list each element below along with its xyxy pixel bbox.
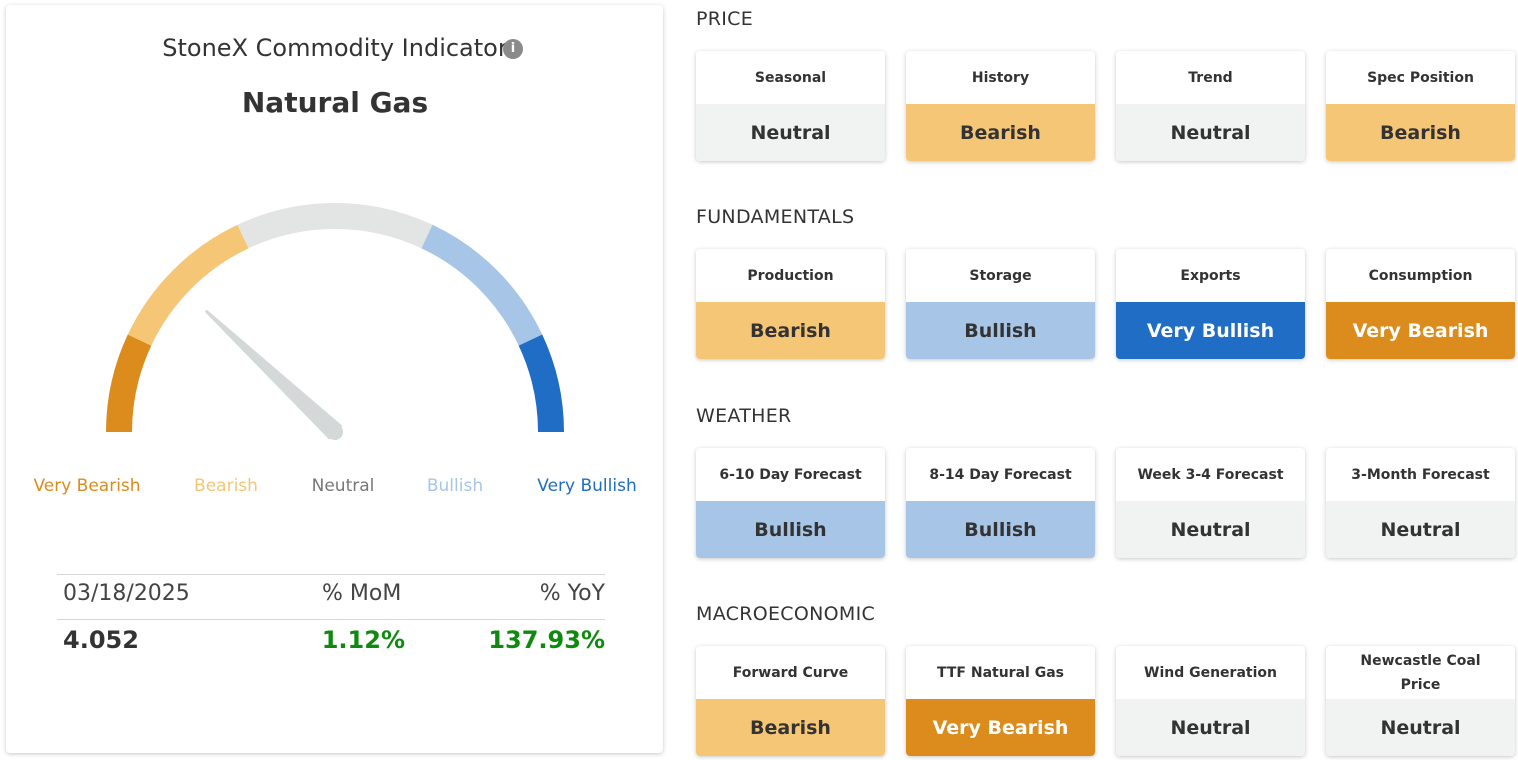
- tile-history[interactable]: History Bearish: [906, 51, 1095, 161]
- sentiment-gauge: [106, 203, 564, 440]
- very-bearish-label: Very Bearish: [33, 476, 141, 496]
- tile-status-value: Bearish: [906, 104, 1095, 161]
- tile-6-10-day-forecast[interactable]: 6-10 Day Forecast Bullish: [696, 448, 885, 558]
- tile-status-value: Neutral: [1326, 501, 1515, 558]
- tile-status-value: Bullish: [696, 501, 885, 558]
- tile-production[interactable]: Production Bearish: [696, 249, 885, 359]
- bearish-label: Bearish: [194, 476, 258, 496]
- tile-status-value: Neutral: [696, 104, 885, 161]
- stats-divider-top: [57, 574, 605, 575]
- tile-label: Production: [747, 267, 834, 284]
- tile-status-value: Very Bullish: [1116, 302, 1305, 359]
- tile-label: TTF Natural Gas: [937, 664, 1064, 681]
- section-title-price: PRICE: [696, 8, 754, 30]
- tile-status-value: Bullish: [906, 302, 1095, 359]
- tile-label: 3-Month Forecast: [1351, 466, 1490, 483]
- tile-status-value: Very Bearish: [906, 699, 1095, 756]
- tile-status-value: Bullish: [906, 501, 1095, 558]
- very-bearish-arc: [106, 334, 152, 433]
- tile-exports[interactable]: Exports Very Bullish: [1116, 249, 1305, 359]
- tile-week-3-4-forecast[interactable]: Week 3-4 Forecast Neutral: [1116, 448, 1305, 558]
- gauge-needle: [205, 310, 343, 440]
- stats-yoy-value: 137.93%: [488, 626, 605, 654]
- tile-8-14-day-forecast[interactable]: 8-14 Day Forecast Bullish: [906, 448, 1095, 558]
- tile-status-value: Neutral: [1116, 104, 1305, 161]
- tile-label: Exports: [1180, 267, 1241, 284]
- tile-status-value: Bearish: [1326, 104, 1515, 161]
- stats-price: 4.052: [63, 626, 139, 654]
- tile-label: Storage: [969, 267, 1032, 284]
- tile-spec-position[interactable]: Spec Position Bearish: [1326, 51, 1515, 161]
- tile-storage[interactable]: Storage Bullish: [906, 249, 1095, 359]
- bearish-arc: [127, 224, 249, 346]
- bullish-label: Bullish: [426, 476, 484, 496]
- tile-status-value: Neutral: [1116, 501, 1305, 558]
- section-title-weather: WEATHER: [696, 405, 792, 427]
- tile-status-value: Bearish: [696, 699, 885, 756]
- stats-divider-middle: [57, 619, 605, 620]
- tile-label: History: [971, 69, 1030, 86]
- tile-label: 8-14 Day Forecast: [929, 466, 1072, 483]
- tile-status-value: Neutral: [1116, 699, 1305, 756]
- very-bullish-label: Very Bullish: [537, 476, 637, 496]
- tile-wind-generation[interactable]: Wind Generation Neutral: [1116, 646, 1305, 756]
- tile-newcastle-coal-price[interactable]: Newcastle Coal Price Neutral: [1326, 646, 1515, 756]
- tile-label: Trend: [1188, 69, 1233, 86]
- section-title-macroeconomic: MACROECONOMIC: [696, 603, 876, 625]
- tile-3-month-forecast[interactable]: 3-Month Forecast Neutral: [1326, 448, 1515, 558]
- tile-label: Wind Generation: [1144, 664, 1277, 681]
- tile-label: Week 3-4 Forecast: [1137, 466, 1284, 483]
- neutral-label: Neutral: [311, 476, 375, 496]
- tile-label: Forward Curve: [732, 664, 849, 681]
- stats-mom-value: 1.12%: [321, 626, 405, 654]
- stats-date: 03/18/2025: [63, 581, 190, 606]
- tile-consumption[interactable]: Consumption Very Bearish: [1326, 249, 1515, 359]
- tile-label: Spec Position: [1367, 69, 1474, 86]
- stats-mom-label: % MoM: [322, 581, 402, 606]
- very-bullish-arc: [518, 334, 564, 433]
- tile-status-value: Very Bearish: [1326, 302, 1515, 359]
- tile-label: Seasonal: [754, 69, 827, 86]
- tile-status-value: Bearish: [696, 302, 885, 359]
- neutral-arc: [237, 203, 433, 249]
- tile-label: Consumption: [1368, 267, 1473, 284]
- tile-trend[interactable]: Trend Neutral: [1116, 51, 1305, 161]
- tile-status-value: Neutral: [1326, 699, 1515, 756]
- section-title-fundamentals: FUNDAMENTALS: [696, 206, 855, 228]
- tile-label: Newcastle Coal Price: [1360, 652, 1481, 693]
- bullish-arc: [421, 224, 543, 346]
- tile-forward-curve[interactable]: Forward Curve Bearish: [696, 646, 885, 756]
- stats-yoy-label: % YoY: [539, 581, 605, 606]
- tile-label: 6-10 Day Forecast: [719, 466, 862, 483]
- tile-ttf-natural-gas[interactable]: TTF Natural Gas Very Bearish: [906, 646, 1095, 756]
- tile-seasonal[interactable]: Seasonal Neutral: [696, 51, 885, 161]
